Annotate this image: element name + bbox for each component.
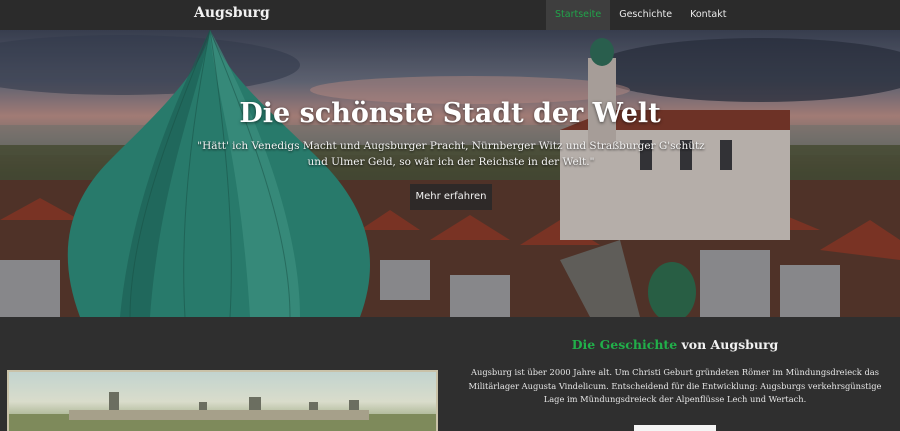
history-button[interactable]: [634, 425, 716, 431]
historic-city-painting: [7, 370, 438, 431]
history-title-accent: Die Geschichte: [571, 337, 678, 352]
hero-quote: "Hätt' ich Venedigs Macht und Augsburger…: [197, 140, 705, 168]
nav-item-startseite[interactable]: Startseite: [546, 0, 611, 30]
hero-cityscape-image: [0, 30, 900, 317]
history-title: Die Geschichte von Augsburg: [460, 337, 890, 352]
nav-item-kontakt[interactable]: Kontakt: [681, 0, 735, 30]
nav-item-geschichte[interactable]: Geschichte: [610, 0, 681, 30]
history-title-rest: von Augsburg: [677, 337, 779, 352]
learn-more-button[interactable]: Mehr erfahren: [410, 184, 492, 210]
brand-logo[interactable]: Augsburg: [194, 5, 270, 21]
history-section: Die Geschichte von Augsburg Augsburg ist…: [0, 317, 900, 431]
nav-menu: Startseite Geschichte Kontakt: [546, 0, 735, 30]
history-text: Augsburg ist über 2000 Jahre alt. Um Chr…: [468, 367, 882, 404]
navbar: Augsburg Startseite Geschichte Kontakt: [0, 0, 900, 30]
painting-skyline: [9, 392, 436, 431]
hero-section: Die schönste Stadt der Welt "Hätt' ich V…: [0, 30, 900, 317]
hero-title: Die schönste Stadt der Welt: [239, 98, 661, 129]
